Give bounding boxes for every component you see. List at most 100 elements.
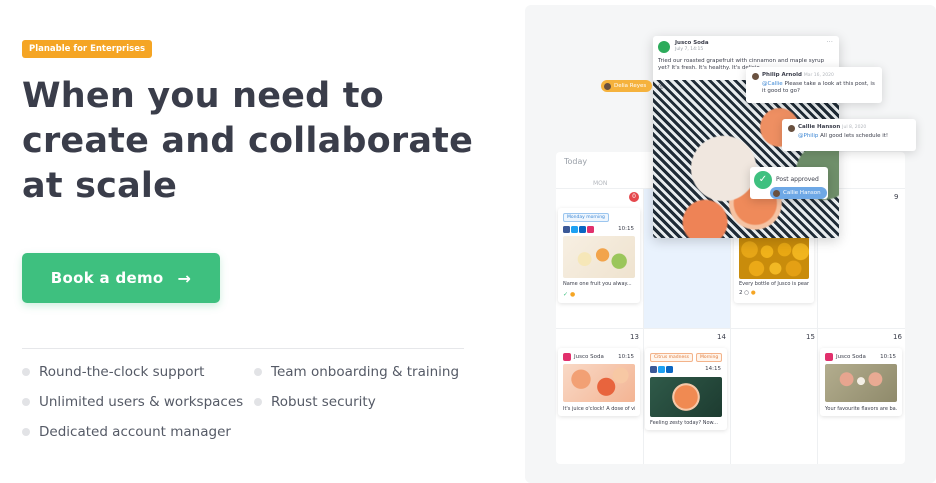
avatar [604,82,611,90]
user-mention[interactable]: @Callie [762,81,783,87]
feature-item: Team onboarding & training [254,364,459,380]
approved-label: Post approved [776,176,819,183]
arrow-right-icon: → [177,268,192,288]
more-options-icon[interactable]: ··· [826,38,833,46]
author-name: Philip Arnold [762,72,802,78]
enterprise-badge: Planable for Enterprises [22,40,153,58]
feature-label: Robust security [271,394,376,410]
scheduled-post-card[interactable]: Jusco Soda 10:15 It's juice o'clock! A d… [558,348,640,416]
headline-line-1: When you need to [22,76,384,116]
book-demo-label: Book a demo [50,269,164,287]
avatar [773,189,780,197]
post-caption: Name one fruit you alway... [563,281,632,287]
post-caption: Your favourite flavors are ba... [825,406,897,412]
features-divider [22,348,464,349]
weekday-label: MON [593,180,608,187]
brand-avatar [658,41,670,53]
post-image [650,377,722,417]
comment-bubble-icon: ○ [744,290,750,296]
comment-author: Callie Hanson Jul 8, 2020 [798,124,866,130]
comment-author: Philip Arnold Mar 16, 2020 [762,72,834,78]
post-time: 10:15 [618,354,634,360]
card-header: Citrus madness Morning [650,353,723,362]
page-headline: When you need to create and collaborate … [22,74,482,209]
comment-body: @Callie Please take a look at this post,… [762,81,876,95]
post-image [739,237,809,279]
feature-item: Robust security [254,394,376,410]
user-mention[interactable]: @Philip [798,133,818,139]
post-time: 14:15 [705,366,721,372]
scheduled-post-card[interactable]: Citrus madness Morning 14:15 Feeling zes… [645,348,727,430]
instagram-icon [563,353,571,361]
linkedin-icon [579,226,586,233]
status-dot-icon: ● [750,290,756,296]
book-demo-button[interactable]: Book a demo → [22,253,220,303]
avatar [788,125,795,132]
avatar [752,73,759,80]
collaborator-name: Callie Hanson [783,190,821,196]
comment-count: 2 [739,290,743,296]
card-header: Jusco Soda [825,353,866,361]
today-label: Today [564,157,588,166]
day-number: 16 [893,333,902,341]
post-caption: Feeling zesty today? Now... [650,420,718,426]
day-number: 9 [894,193,899,201]
comment-date: Jul 8, 2020 [842,125,867,130]
post-label-tag: Citrus madness [650,353,693,362]
collaborator-cursor-callie: Callie Hanson [770,187,827,199]
post-caption: Every bottle of Jusco is pear... [739,281,809,287]
bullet-dot-icon [22,428,30,436]
comment-date: Mar 16, 2020 [803,73,834,78]
post-date: July 7, 14:15 [675,47,704,52]
approved-check-icon: ✓ ● [563,291,576,298]
scheduled-post-card[interactable]: Monday morning 10:15 Name one fruit you … [558,208,640,303]
linkedin-icon [666,366,673,373]
scheduled-post-card[interactable]: Every bottle of Jusco is pear... 2 ○ ● [734,235,814,303]
post-image [563,364,635,402]
facebook-icon [650,366,657,373]
comment-bubble[interactable]: Callie Hanson Jul 8, 2020 @Philip All go… [782,119,916,151]
comment-bubble[interactable]: Philip Arnold Mar 16, 2020 @Callie Pleas… [746,67,882,103]
headline-line-2: create and collaborate [22,121,474,161]
brand-name: Jusco Soda [574,354,604,360]
calendar-gridline [556,328,905,329]
calendar-gridline [643,188,644,464]
post-time: 10:15 [618,226,634,232]
author-name: Callie Hanson [798,124,841,130]
collaborator-cursor-delia: Delia Reyes [601,80,653,92]
instagram-icon [825,353,833,361]
twitter-icon [658,366,665,373]
comment-text: All good lets schedule it! [820,133,889,139]
day-number: 14 [717,333,726,341]
bullet-dot-icon [254,368,262,376]
feature-item: Round-the-clock support [22,364,204,380]
facebook-icon [563,226,570,233]
feature-item: Dedicated account manager [22,424,231,440]
post-label-tag: Morning [695,353,723,362]
instagram-icon [587,226,594,233]
post-image [825,364,897,402]
social-networks [563,226,594,233]
feature-label: Unlimited users & workspaces [39,394,244,410]
collaborator-name: Delia Reyes [614,83,647,89]
notification-count-badge: 0 [629,192,639,202]
scheduled-post-card[interactable]: Jusco Soda 10:15 Your favourite flavors … [820,348,902,416]
check-icon: ✓ [754,171,772,189]
comment-body: @Philip All good lets schedule it! [798,133,910,140]
post-caption: It's juice o'clock! A dose of vit... [563,406,635,412]
bullet-dot-icon [22,368,30,376]
card-header: Jusco Soda [563,353,604,361]
twitter-icon [571,226,578,233]
feature-label: Dedicated account manager [39,424,231,440]
post-time: 10:15 [880,354,896,360]
feature-label: Round-the-clock support [39,364,205,380]
card-header: Monday morning [563,213,609,222]
social-networks [650,366,673,373]
post-photo [653,80,839,238]
brand-name: Jusco Soda [836,354,866,360]
day-number: 15 [806,333,815,341]
post-image [563,236,635,278]
instagram-icon: ◎ [658,82,665,90]
headline-line-3: at scale [22,166,178,206]
comment-indicator: 2 ○ ● [739,290,756,296]
